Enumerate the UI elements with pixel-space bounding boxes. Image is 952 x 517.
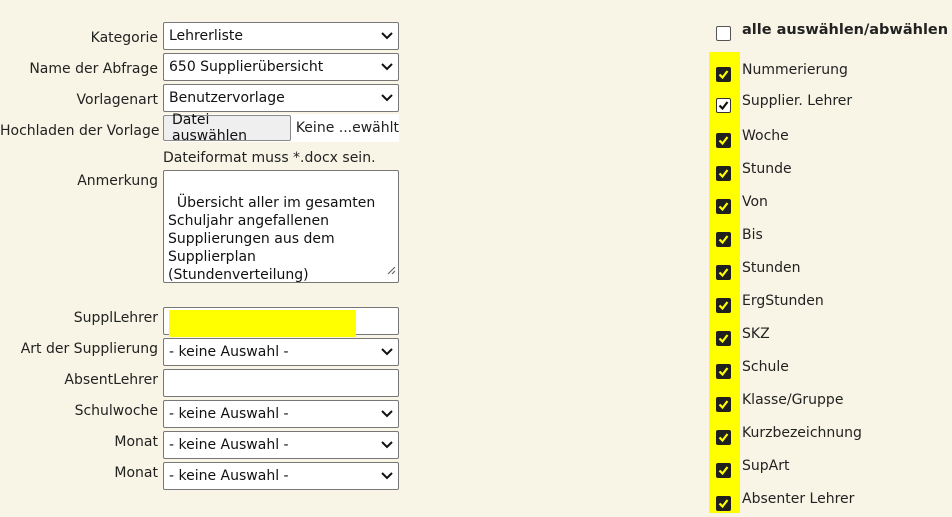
absent-lehrer-input[interactable]: [163, 369, 399, 397]
column-checkbox-label: SKZ: [742, 326, 770, 342]
column-checkbox[interactable]: [716, 331, 731, 346]
format-note: Dateiformat muss *.docx sein.: [163, 150, 376, 166]
file-upload: Datei auswählen Keine ...ewählt: [163, 112, 399, 144]
monat-value-2: - keine Auswahl -: [169, 468, 289, 484]
suppl-lehrer-label: SupplLehrer: [73, 310, 158, 326]
art-label: Art der Supplierung: [20, 341, 158, 357]
select-all-label: alle auswählen/abwählen: [742, 22, 949, 38]
chevron-down-icon: [376, 401, 398, 427]
chevron-down-icon: [376, 463, 398, 489]
suppl-lehrer-highlight: [169, 310, 356, 337]
chevron-down-icon: [376, 432, 398, 458]
anmerkung-text: Übersicht aller im gesamten Schuljahr an…: [168, 195, 376, 283]
column-checkbox-label: Supplier. Lehrer: [742, 93, 853, 109]
chevron-down-icon: [376, 85, 398, 111]
column-checkbox-label: Nummerierung: [742, 62, 848, 78]
monat-label: Monat: [114, 434, 158, 450]
column-checkbox[interactable]: [716, 298, 731, 313]
resize-grip-icon[interactable]: [387, 262, 396, 280]
schulwoche-value: - keine Auswahl -: [169, 406, 289, 422]
abfrage-label: Name der Abfrage: [29, 61, 158, 77]
monat-select-2[interactable]: - keine Auswahl -: [163, 462, 399, 490]
column-checkbox[interactable]: [716, 67, 731, 82]
column-checkbox-label: Von: [742, 194, 768, 210]
column-checkbox-label: Stunde: [742, 161, 792, 177]
column-checkbox-label: Stunden: [742, 260, 801, 276]
column-checkbox[interactable]: [716, 364, 731, 379]
column-checkbox-label: Woche: [742, 128, 789, 144]
vorlagenart-value: Benutzervorlage: [169, 90, 285, 106]
column-checkbox[interactable]: [716, 496, 731, 511]
kategorie-label: Kategorie: [90, 30, 158, 46]
column-checkbox[interactable]: [716, 98, 731, 113]
abfrage-select[interactable]: 650 Supplierübersicht: [163, 53, 399, 81]
column-checkbox[interactable]: [716, 166, 731, 181]
file-status: Keine ...ewählt: [295, 120, 399, 136]
monat-select[interactable]: - keine Auswahl -: [163, 431, 399, 459]
monat-value: - keine Auswahl -: [169, 437, 289, 453]
column-checkbox[interactable]: [716, 133, 731, 148]
column-checkbox-label: Absenter Lehrer: [742, 491, 855, 507]
chevron-down-icon: [376, 23, 398, 49]
column-checkbox[interactable]: [716, 199, 731, 214]
select-all-checkbox[interactable]: [716, 26, 731, 41]
column-checkbox-label: Kurzbezeichnung: [742, 425, 862, 441]
upload-label: Hochladen der Vorlage: [0, 123, 160, 139]
column-checkbox[interactable]: [716, 265, 731, 280]
column-checkbox[interactable]: [716, 463, 731, 478]
anmerkung-label: Anmerkung: [77, 173, 158, 189]
column-checkbox-label: Schule: [742, 359, 789, 375]
monat-label-2: Monat: [114, 465, 158, 481]
art-select[interactable]: - keine Auswahl -: [163, 338, 399, 366]
chevron-down-icon: [376, 339, 398, 365]
column-checkbox-label: SupArt: [742, 458, 790, 474]
chevron-down-icon: [376, 54, 398, 80]
column-checkbox[interactable]: [716, 232, 731, 247]
schulwoche-label: Schulwoche: [74, 403, 158, 419]
anmerkung-textarea[interactable]: Übersicht aller im gesamten Schuljahr an…: [163, 170, 399, 283]
kategorie-select[interactable]: Lehrerliste: [163, 22, 399, 50]
column-checkbox-label: Bis: [742, 227, 763, 243]
absent-lehrer-label: AbsentLehrer: [64, 372, 158, 388]
art-value: - keine Auswahl -: [169, 344, 289, 360]
vorlagenart-select[interactable]: Benutzervorlage: [163, 84, 399, 112]
vorlagenart-label: Vorlagenart: [76, 92, 158, 108]
schulwoche-select[interactable]: - keine Auswahl -: [163, 400, 399, 428]
column-checkbox[interactable]: [716, 430, 731, 445]
choose-file-button[interactable]: Datei auswählen: [163, 112, 291, 144]
kategorie-value: Lehrerliste: [169, 28, 244, 44]
column-checkbox-label: Klasse/Gruppe: [742, 392, 844, 408]
column-checkbox[interactable]: [716, 397, 731, 412]
abfrage-value: 650 Supplierübersicht: [169, 59, 324, 75]
column-checkbox-label: ErgStunden: [742, 293, 824, 309]
